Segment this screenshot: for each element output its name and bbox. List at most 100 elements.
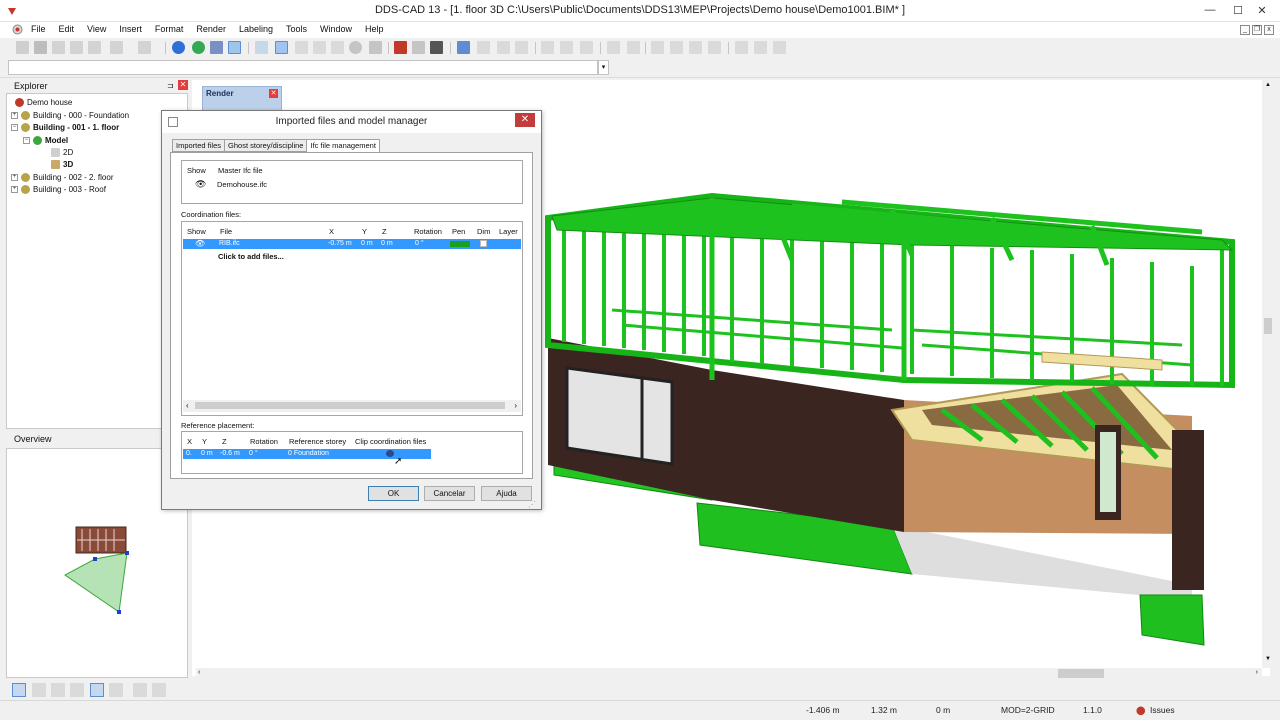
redo-icon[interactable]	[138, 41, 151, 54]
eye-icon[interactable]: 👁	[195, 239, 205, 248]
cell-y[interactable]: 0 m	[361, 240, 373, 247]
globe-icon[interactable]	[172, 41, 185, 54]
cell-x[interactable]: -0.75 m	[328, 240, 352, 247]
object-snap-icon[interactable]	[90, 683, 104, 697]
section-icon[interactable]	[412, 41, 425, 54]
export-icon[interactable]	[773, 41, 786, 54]
minimize-button[interactable]: —	[1196, 0, 1224, 20]
render-toolbar-close-icon[interactable]: ✕	[269, 89, 278, 98]
tree-item-building-000[interactable]: + Building - 000 - Foundation	[11, 109, 129, 121]
cell-z[interactable]: -0.6 m	[220, 450, 240, 457]
collapse-icon[interactable]: −	[23, 136, 30, 144]
mdi-minimize-button[interactable]: _	[1240, 25, 1250, 35]
scroll-left-icon[interactable]: ‹	[186, 401, 189, 410]
snap-grid-icon[interactable]	[12, 683, 26, 697]
dim-checkbox[interactable]	[480, 240, 487, 247]
tab-imported-files[interactable]: Imported files	[172, 139, 226, 152]
camera-marker[interactable]	[93, 557, 97, 561]
cell-z[interactable]: 0 m	[381, 240, 393, 247]
cell-x[interactable]: 0.	[186, 450, 192, 457]
menu-edit[interactable]: Edit	[58, 24, 81, 34]
zoom-icon[interactable]	[255, 41, 268, 54]
symbol-icon[interactable]	[670, 41, 683, 54]
expand-icon[interactable]: +	[11, 173, 18, 181]
ok-button[interactable]: OK	[368, 486, 419, 501]
chevron-down-icon[interactable]: ▾	[598, 60, 609, 75]
save-icon[interactable]	[34, 41, 47, 54]
undo-icon[interactable]	[110, 41, 123, 54]
new-icon[interactable]	[16, 41, 29, 54]
scroll-up-icon[interactable]: ▲	[1265, 82, 1271, 88]
dialog-close-button[interactable]: ✕	[515, 113, 535, 127]
ortho-icon[interactable]	[51, 683, 65, 697]
help-button[interactable]: Ajuda	[481, 486, 532, 501]
scroll-right-icon[interactable]: ›	[1256, 669, 1258, 676]
snap-icon[interactable]	[497, 41, 510, 54]
grid-icon[interactable]	[477, 41, 490, 54]
measure-icon[interactable]	[394, 41, 407, 54]
storey-icon[interactable]	[560, 41, 573, 54]
object-icon[interactable]	[607, 41, 620, 54]
print-icon[interactable]	[88, 41, 101, 54]
scroll-thumb[interactable]	[195, 402, 505, 409]
zoom-extents-icon[interactable]	[295, 41, 308, 54]
issues-icon[interactable]: ⬤	[1136, 705, 1146, 716]
cell-rotation[interactable]: 0 °	[415, 240, 424, 247]
vertical-scrollbar[interactable]: ▲ ▼	[1262, 80, 1274, 668]
home-icon[interactable]	[541, 41, 554, 54]
tree-item-3d[interactable]: 3D	[51, 158, 73, 170]
expand-icon[interactable]: +	[11, 185, 18, 193]
resize-grip-icon[interactable]: ⋰	[528, 500, 536, 509]
tree-item-model[interactable]: − Model	[23, 134, 68, 146]
document-icon[interactable]	[12, 24, 23, 35]
refresh-icon[interactable]	[192, 41, 205, 54]
add-files-link[interactable]: Click to add files...	[218, 252, 284, 261]
ortho-icon[interactable]	[515, 41, 528, 54]
scroll-right-icon[interactable]: ›	[514, 401, 517, 410]
report-icon[interactable]	[754, 41, 767, 54]
scroll-thumb[interactable]	[1058, 669, 1104, 678]
menu-view[interactable]: View	[86, 24, 112, 34]
cancel-button[interactable]: Cancelar	[424, 486, 475, 501]
pin-icon[interactable]: ⊐	[167, 81, 175, 90]
menu-insert[interactable]: Insert	[118, 24, 148, 34]
tab-ifc-file-management[interactable]: Ifc file management	[306, 139, 380, 153]
scroll-thumb[interactable]	[1264, 318, 1272, 334]
layers-icon[interactable]	[210, 41, 223, 54]
scroll-down-icon[interactable]: ▼	[1265, 656, 1271, 662]
connect-icon[interactable]	[689, 41, 702, 54]
pan-icon[interactable]	[313, 41, 326, 54]
copy-icon[interactable]	[52, 41, 65, 54]
tree-item-building-002[interactable]: + Building - 002 - 2. floor	[11, 171, 114, 183]
horizontal-scrollbar[interactable]: ‹ ›	[196, 668, 1262, 680]
grid-icon[interactable]	[32, 683, 46, 697]
list-horizontal-scrollbar[interactable]: ‹ ›	[183, 400, 521, 412]
arrow-tool-icon[interactable]	[457, 41, 470, 54]
expand-icon[interactable]: +	[11, 111, 18, 119]
mode-indicator[interactable]: MOD=2-GRID	[1001, 705, 1055, 715]
menu-help[interactable]: Help	[364, 24, 390, 34]
orbit-icon[interactable]	[349, 41, 362, 54]
close-view-icon[interactable]	[152, 683, 166, 697]
issues-button[interactable]: Issues	[1150, 705, 1175, 715]
view-cube-icon[interactable]	[331, 41, 344, 54]
pen-color-swatch[interactable]	[450, 241, 470, 247]
coordination-row-selected[interactable]: 👁 RIB.ifc -0.75 m 0 m 0 m 0 °	[183, 239, 521, 249]
menu-format[interactable]: Format	[154, 24, 190, 34]
shade-icon[interactable]	[369, 41, 382, 54]
mdi-restore-button[interactable]: ❐	[1252, 25, 1262, 35]
zoom-window-icon[interactable]	[275, 41, 288, 54]
tree-item-2d[interactable]: 2D	[51, 146, 73, 158]
tree-item-building-001[interactable]: − Building - 001 - 1. floor	[11, 121, 119, 133]
tree-item-building-003[interactable]: + Building - 003 - Roof	[11, 183, 106, 195]
layout-icon[interactable]	[133, 683, 147, 697]
mdi-close-button[interactable]: x	[1264, 25, 1274, 35]
list-icon[interactable]	[735, 41, 748, 54]
group-icon[interactable]	[627, 41, 640, 54]
eye-icon[interactable]: 👁	[195, 179, 206, 190]
sheet-icon[interactable]	[580, 41, 593, 54]
scroll-left-icon[interactable]: ‹	[198, 669, 200, 676]
menu-render[interactable]: Render	[195, 24, 232, 34]
menu-file[interactable]: File	[30, 24, 52, 34]
menu-window[interactable]: Window	[319, 24, 358, 34]
